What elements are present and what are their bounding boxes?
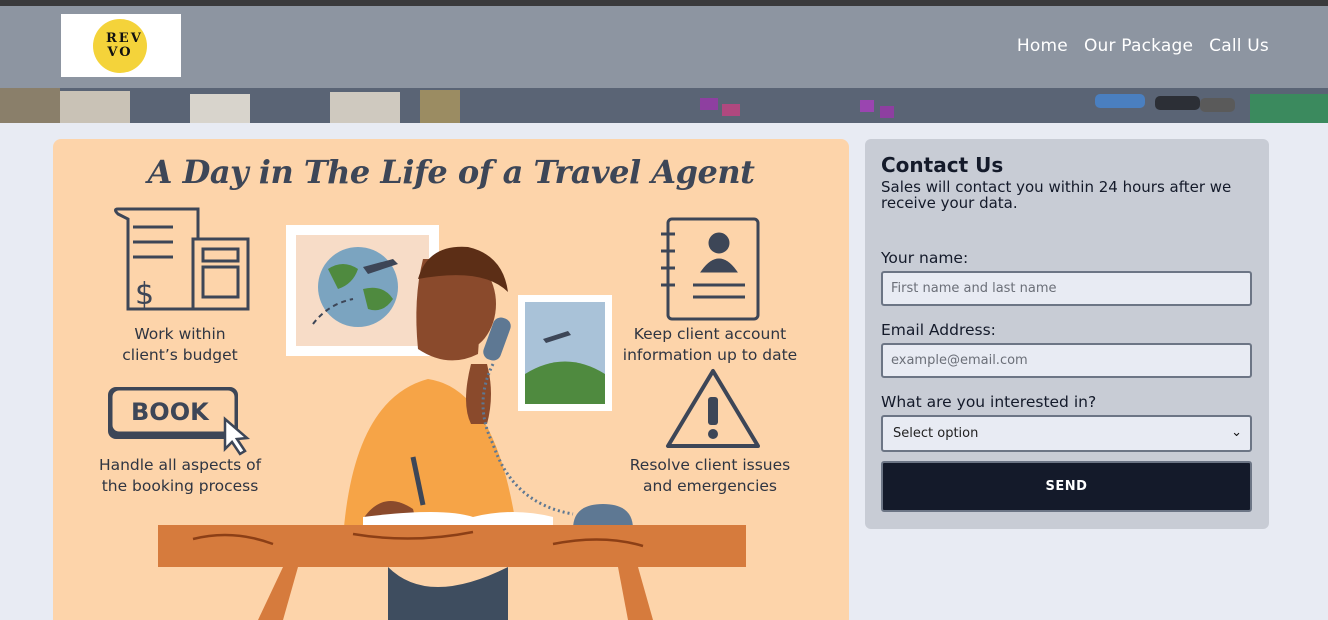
email-input[interactable] — [881, 343, 1252, 378]
email-label: Email Address: — [881, 321, 996, 339]
contact-form-panel: Contact Us Sales will contact you within… — [865, 139, 1269, 529]
nav-home[interactable]: Home — [1017, 36, 1068, 56]
landscape-picture-icon — [518, 295, 612, 411]
caption-line: Resolve client issues — [629, 456, 791, 474]
logo[interactable]: REV VO — [61, 14, 181, 77]
contact-title: Contact Us — [881, 153, 1004, 177]
caption-line: information up to date — [622, 346, 798, 364]
logo-text-top: REV — [106, 31, 143, 46]
desk-illustration — [158, 525, 746, 620]
contact-subtitle: Sales will contact you within 24 hours a… — [881, 178, 1232, 212]
nav-call-us[interactable]: Call Us — [1209, 36, 1269, 56]
interest-label: What are you interested in? — [881, 393, 1097, 411]
caption-work-within-budget: Work within client’s budget — [100, 324, 260, 366]
caption-line: client’s budget — [122, 346, 238, 364]
caption-line: and emergencies — [643, 477, 777, 495]
warning-icon — [666, 369, 760, 448]
send-button[interactable]: SEND — [881, 461, 1252, 512]
papers — [363, 512, 553, 525]
infographic-card: A Day in The Life of a Travel Agent $ BO… — [53, 139, 849, 620]
caption-line: the booking process — [101, 477, 259, 495]
caption-line: Keep client account — [633, 325, 787, 343]
caption-resolve-issues: Resolve client issues and emergencies — [615, 455, 805, 497]
book-button-icon: BOOK — [108, 387, 251, 456]
caption-handle-booking: Handle all aspects of the booking proces… — [85, 455, 275, 497]
nav-our-package[interactable]: Our Package — [1084, 36, 1193, 56]
globe-picture-icon — [286, 225, 439, 356]
main-nav: Home Our Package Call Us — [1017, 36, 1269, 56]
interest-select-value: Select option — [893, 426, 979, 441]
site-header: REV VO Home Our Package Call Us — [0, 6, 1328, 88]
address-book-icon — [661, 217, 760, 321]
name-label: Your name: — [881, 249, 969, 267]
receipt-calculator-icon: $ — [114, 207, 250, 312]
infographic-illustration: $ BOOK — [108, 207, 760, 620]
svg-text:$: $ — [135, 277, 154, 312]
caption-line: Work within — [134, 325, 226, 343]
chevron-down-icon: ⌄ — [1231, 425, 1242, 440]
caption-keep-client-info: Keep client account information up to da… — [610, 324, 810, 366]
logo-mark: REV VO — [93, 19, 147, 73]
logo-text-bottom: VO — [107, 45, 133, 60]
svg-text:BOOK: BOOK — [131, 398, 210, 426]
interest-select[interactable]: Select option ⌄ — [881, 415, 1252, 452]
name-input[interactable] — [881, 271, 1252, 306]
caption-line: Handle all aspects of — [98, 456, 262, 474]
